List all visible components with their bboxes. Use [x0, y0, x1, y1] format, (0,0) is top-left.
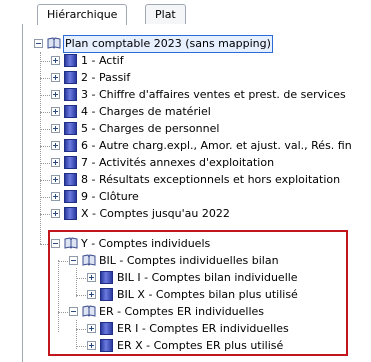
tree-connector — [40, 78, 50, 79]
tree-item-label: 6 - Autre charg.expl., Amor. et ajust. v… — [81, 139, 352, 152]
book-icon — [64, 54, 77, 67]
expand-icon[interactable] — [51, 158, 60, 167]
tree-item-label: 7 - Activités annexes d'exploitation — [81, 156, 275, 169]
expand-icon[interactable] — [51, 107, 60, 116]
expand-icon[interactable] — [51, 90, 60, 99]
book-icon — [64, 173, 77, 186]
expand-icon[interactable] — [51, 209, 60, 218]
account-tree: Plan comptable 2023 (sans mapping) 1 - A… — [0, 0, 371, 362]
tree-item-label: 8 - Résultats exceptionnels et hors expl… — [81, 173, 341, 186]
tree-connector — [40, 95, 50, 96]
tree-connector — [40, 214, 50, 215]
tree-item-label: 5 - Charges de personnel — [81, 122, 220, 135]
book-icon — [64, 156, 77, 169]
tree-connector — [40, 146, 50, 147]
tree-connector — [40, 52, 41, 244]
expand-icon[interactable] — [51, 141, 60, 150]
tree-item-label: 2 - Passif — [81, 71, 131, 84]
book-icon — [64, 190, 77, 203]
book-icon — [64, 105, 77, 118]
tree-item-label: 9 - Clôture — [81, 190, 139, 203]
tree-root-label: Plan comptable 2023 (sans mapping) — [63, 35, 273, 53]
collapse-icon[interactable] — [34, 39, 43, 48]
tree-connector — [40, 163, 50, 164]
expand-icon[interactable] — [51, 56, 60, 65]
tree-connector — [40, 129, 50, 130]
book-icon — [64, 139, 77, 152]
tab-hierarchical[interactable]: Hiérarchique — [37, 4, 128, 25]
tree-connector — [40, 197, 50, 198]
tree-connector — [40, 112, 50, 113]
book-icon — [64, 122, 77, 135]
book-icon — [64, 71, 77, 84]
tree-item-label: X - Comptes jusqu'au 2022 — [81, 207, 230, 220]
book-icon — [64, 207, 77, 220]
highlight-box — [48, 230, 348, 356]
tree-item-label: 4 - Charges de matériel — [81, 105, 211, 118]
tree-item-label: 3 - Chiffre d'affaires ventes et prest. … — [81, 88, 346, 101]
tree-connector — [40, 180, 50, 181]
expand-icon[interactable] — [51, 124, 60, 133]
tree-connector — [40, 61, 50, 62]
tree-item-label: 1 - Actif — [81, 54, 124, 67]
open-book-icon — [47, 37, 61, 49]
expand-icon[interactable] — [51, 192, 60, 201]
expand-icon[interactable] — [51, 175, 60, 184]
book-icon — [64, 88, 77, 101]
expand-icon[interactable] — [51, 73, 60, 82]
